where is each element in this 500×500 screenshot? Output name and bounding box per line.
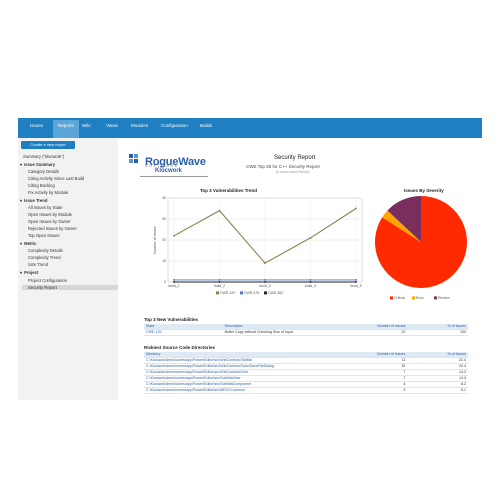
legend-label: CWE-120 — [220, 291, 235, 295]
data-point — [264, 262, 266, 264]
y-tick-label: 0 — [164, 280, 166, 284]
legend-swatch — [434, 296, 437, 300]
logo-divider — [140, 176, 208, 177]
legend-swatch — [412, 296, 415, 300]
sidebar-item-project-configuration[interactable]: Project Configuration — [28, 278, 67, 283]
dir-table: Directory Number of Issues % of Issues C… — [144, 352, 468, 394]
trend-chart: 0 10 20 30 40 build_1 build_2 build_3 build_4 bui… — [153, 196, 363, 295]
create-report-button[interactable]: Create a new report — [21, 141, 75, 149]
sidebar-item-summary[interactable]: Summary ("klocwork") — [23, 154, 64, 159]
data-point — [173, 281, 175, 283]
y-tick-label: 30 — [162, 217, 166, 221]
vuln-cell-state[interactable]: CWE-120 — [144, 329, 223, 336]
legend-label: Error — [416, 296, 425, 300]
sidebar-item-all-issues-by-state[interactable]: All Issues by State — [28, 205, 62, 210]
data-point — [355, 281, 357, 283]
x-tick-label: build_5 — [350, 284, 361, 288]
sidebar-section-issue-summary[interactable]: Issue Summary — [20, 162, 55, 167]
severity-pie-chart: Critical Error Review — [375, 196, 467, 300]
legend-label: Critical — [394, 296, 405, 300]
sidebar-item-fix-activity[interactable]: Fix Activity by Module — [28, 190, 68, 195]
table-row: CWE-120 Buffer Copy without Checking Siz… — [144, 329, 468, 336]
sidebar-item-category-details[interactable]: Category Details — [28, 169, 59, 174]
sidebar-item-open-issues-by-module[interactable]: Open Issues by Module — [28, 212, 72, 217]
legend-swatch — [216, 291, 219, 295]
roguewave-logo: RogueWave SOFTWARE Klocwork — [129, 152, 206, 174]
top-nav-bar: Issues Reports Wiki Views Modules Config… — [18, 118, 482, 138]
sidebar-item-citing-activity[interactable]: Citing Activity Since Last Build — [28, 176, 84, 181]
severity-chart-title: Issues By Severity — [404, 188, 444, 193]
report-subtitle: CWE Top 25 for C++ Security Report — [246, 164, 320, 169]
sidebar-item-top-open-issues[interactable]: Top Open Issues — [28, 233, 59, 238]
sidebar-section-metric[interactable]: Metric — [20, 241, 36, 246]
x-tick-label: build_1 — [168, 284, 179, 288]
legend-label: Review — [438, 296, 450, 300]
legend-swatch — [264, 291, 267, 295]
report-content: RogueWave SOFTWARE Klocwork Security Rep… — [118, 138, 482, 400]
tab-wiki[interactable]: Wiki — [82, 123, 91, 128]
data-point — [218, 281, 221, 283]
data-point — [355, 279, 357, 281]
tab-issues[interactable]: Issues — [30, 123, 43, 128]
vuln-table-title: Top 3 New Vulnerabilities — [144, 317, 199, 322]
sidebar-section-project[interactable]: Project — [20, 270, 38, 275]
logo-product: Klocwork — [155, 168, 183, 174]
dir-cell-percent: 6.1 — [407, 387, 468, 394]
legend-swatch — [240, 291, 243, 295]
dir-cell-number: 3 — [345, 387, 408, 394]
report-subtitle-builds: (5 most recent builds) — [276, 170, 310, 174]
roguewave-mark-icon — [129, 154, 138, 163]
y-tick-label: 40 — [162, 196, 166, 200]
vuln-cell-description: Buffer Copy without Checking Size of Inp… — [222, 329, 347, 336]
data-point — [218, 279, 221, 281]
sidebar-item-citing-backlog[interactable]: Citing Backlog — [28, 183, 55, 188]
report-sidebar: Create a new report Summary ("klocwork")… — [18, 138, 118, 400]
app-window: Issues Reports Wiki Views Modules Config… — [18, 118, 482, 400]
sidebar-item-open-issues-by-owner[interactable]: Open Issues by Owner — [28, 219, 71, 224]
data-point — [309, 237, 312, 239]
tab-configuration[interactable]: Configuration — [161, 123, 188, 128]
dir-cell-directory[interactable]: C:\Klocwork\demo\users\app\Power\Editor\… — [144, 387, 346, 394]
data-point — [264, 281, 266, 283]
tab-builds[interactable]: Builds — [200, 123, 212, 128]
tab-reports[interactable]: Reports — [53, 120, 79, 138]
table-row: C:\Klocwork\demo\users\app\Power\Editor\… — [144, 387, 468, 394]
x-tick-label: build_2 — [214, 284, 225, 288]
sidebar-item-security-report[interactable]: Security Report — [22, 285, 118, 290]
legend-swatch — [390, 296, 393, 300]
data-point — [218, 209, 221, 212]
vuln-cell-percent: 100 — [407, 329, 468, 336]
report-title: Security Report — [274, 155, 316, 161]
x-tick-label: build_3 — [259, 284, 270, 288]
data-point — [355, 207, 357, 210]
x-tick-label: build_4 — [305, 284, 316, 288]
y-tick-label: 20 — [162, 238, 166, 242]
sidebar-section-issue-trend[interactable]: Issue Trend — [20, 198, 47, 203]
legend-label: CWE-676 — [244, 291, 259, 295]
sidebar-item-complexity-trend[interactable]: Complexity Trend — [28, 255, 61, 260]
legend-label: CWE-362 — [268, 291, 283, 295]
sidebar-item-complexity-details[interactable]: Complexity Details — [28, 248, 63, 253]
tab-modules[interactable]: Modules — [131, 123, 148, 128]
data-point — [309, 279, 312, 281]
data-point — [264, 279, 266, 281]
data-point — [173, 279, 175, 281]
sidebar-item-size-trend[interactable]: Size Trend — [28, 262, 48, 267]
dir-table-title: Riskiest Source Code Directories — [144, 345, 216, 350]
data-point — [173, 235, 175, 237]
data-point — [309, 281, 312, 283]
vuln-table: State Description Number of Issues % of … — [144, 324, 468, 336]
vuln-cell-number: 22 — [346, 329, 408, 336]
sidebar-item-rejected-issues[interactable]: Rejected Issues by Owner — [28, 226, 77, 231]
y-tick-label: 10 — [162, 259, 166, 263]
tab-views[interactable]: Views — [106, 123, 118, 128]
y-axis-label: Number of Issues — [153, 226, 157, 254]
trend-chart-title: Top 3 Vulnerabilities Trend — [200, 188, 258, 193]
